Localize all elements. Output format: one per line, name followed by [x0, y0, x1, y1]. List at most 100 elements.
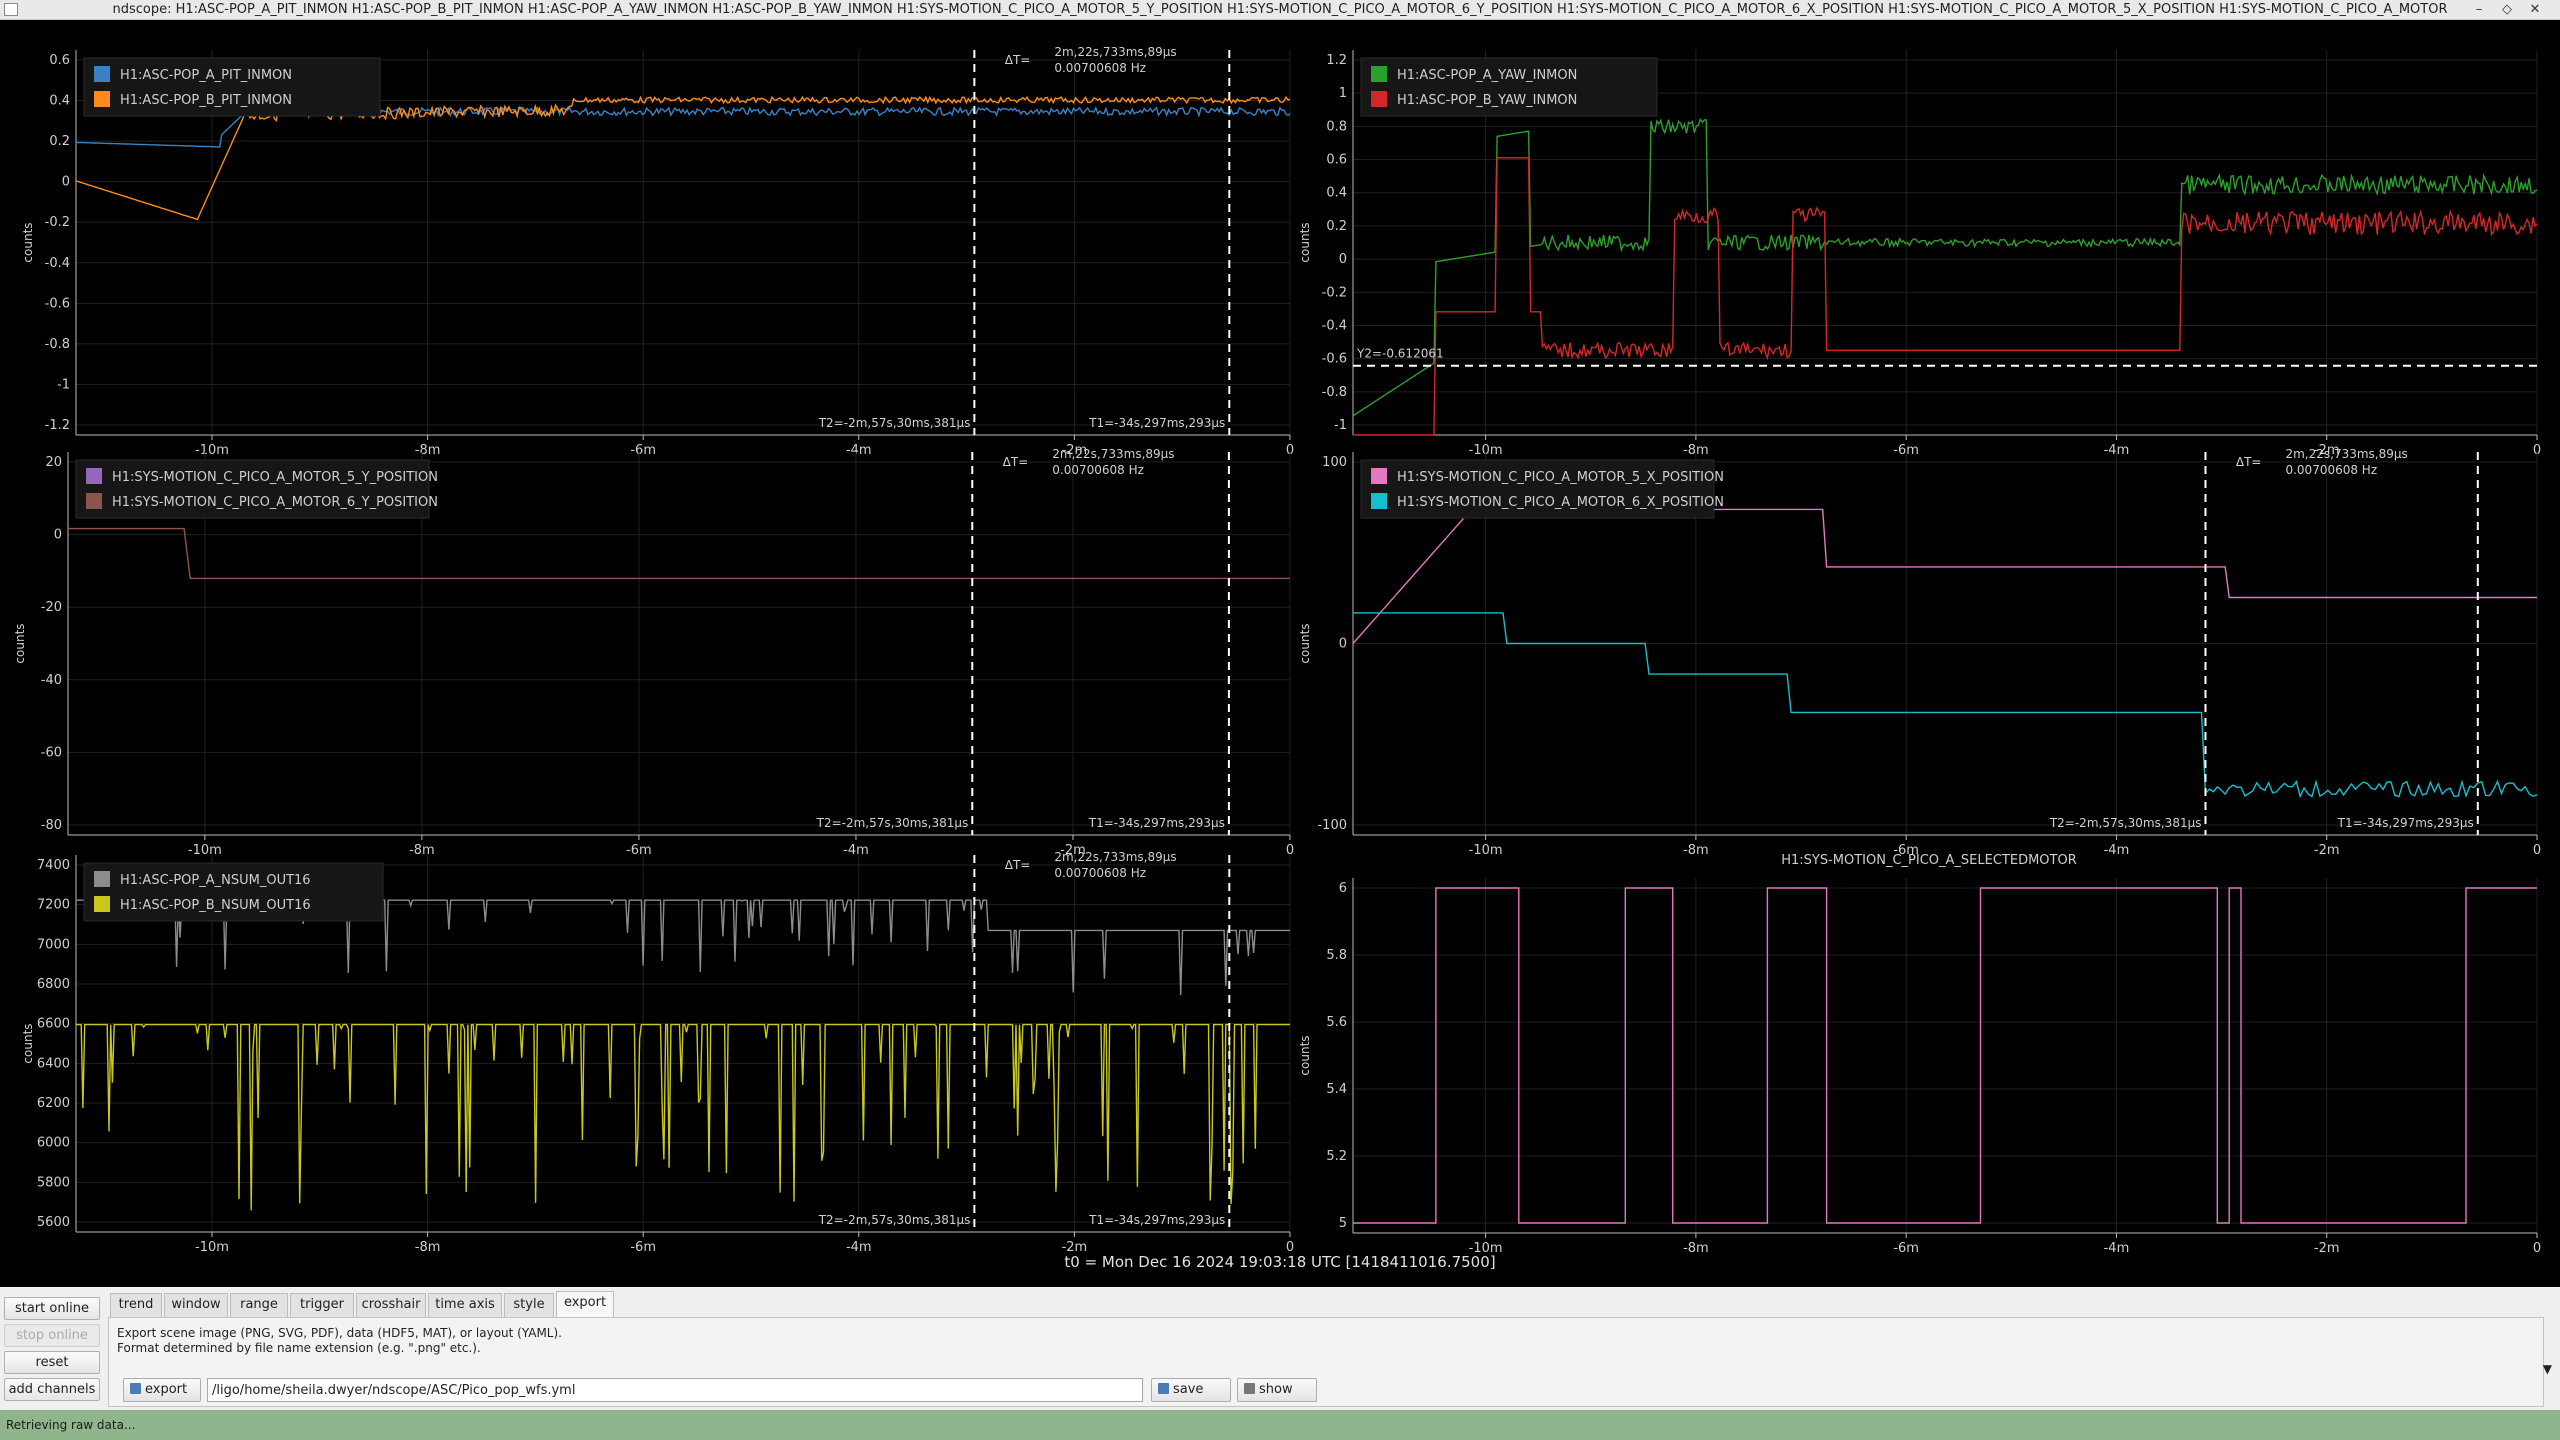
- x-tick-label: -6m: [1893, 1241, 1919, 1256]
- legend-swatch: [86, 468, 102, 484]
- legend-label: H1:ASC-POP_A_PIT_INMON: [120, 68, 292, 83]
- delta-t-label: ΔT=: [1003, 455, 1029, 469]
- y-tick-label: -0.6: [45, 296, 70, 311]
- y-axis-label: counts: [13, 623, 27, 663]
- y-tick-label: 0.8: [1326, 119, 1347, 134]
- delta-t-frequency: 0.00700608 Hz: [2285, 463, 2377, 477]
- legend-swatch: [1371, 66, 1387, 82]
- t1-cursor-label: T1=-34s,297ms,293µs: [1088, 816, 1225, 830]
- x-tick-label: -10m: [195, 443, 229, 458]
- t2-cursor-label: T2=-2m,57s,30ms,381µs: [818, 416, 971, 430]
- plot-title: H1:SYS-MOTION_C_PICO_A_SELECTEDMOTOR: [1781, 853, 2077, 868]
- y-tick-label: -20: [41, 600, 62, 615]
- t0-label: t0 = Mon Dec 16 2024 19:03:18 UTC [14184…: [1064, 1253, 1495, 1271]
- legend-swatch: [1371, 91, 1387, 107]
- show-icon: [1244, 1383, 1255, 1394]
- control-panel: start online stop online reset add chann…: [0, 1287, 2560, 1410]
- legend-label: H1:SYS-MOTION_C_PICO_A_MOTOR_5_X_POSITIO…: [1397, 470, 1724, 485]
- y-axis-label: counts: [1298, 222, 1312, 262]
- delta-t-value: 2m,22s,733ms,89µs: [2285, 447, 2407, 461]
- y-tick-label: -0.2: [1322, 285, 1347, 300]
- y-tick-label: 5800: [37, 1175, 70, 1190]
- export-button[interactable]: export: [123, 1378, 201, 1402]
- y-axis-label: counts: [21, 1023, 35, 1063]
- reset-button[interactable]: reset: [4, 1351, 100, 1374]
- delta-t-value: 2m,22s,733ms,89µs: [1054, 45, 1176, 59]
- legend-label: H1:ASC-POP_A_NSUM_OUT16: [120, 873, 311, 888]
- y-axis-label: counts: [21, 222, 35, 262]
- y-tick-label: 0: [1339, 637, 1347, 652]
- x-tick-label: -8m: [1683, 843, 1709, 858]
- tab-range[interactable]: range: [230, 1293, 288, 1317]
- x-tick-label: -6m: [630, 443, 656, 458]
- y-tick-label: -0.8: [1322, 385, 1347, 400]
- save-button[interactable]: save: [1151, 1378, 1231, 1402]
- y-tick-label: 5: [1339, 1216, 1347, 1231]
- y-tick-label: 0: [1339, 252, 1347, 267]
- tab-trend[interactable]: trend: [110, 1293, 162, 1317]
- legend-swatch: [86, 493, 102, 509]
- legend-label: H1:SYS-MOTION_C_PICO_A_MOTOR_6_X_POSITIO…: [1397, 495, 1724, 510]
- y-tick-label: 20: [45, 455, 62, 470]
- delta-t-value: 2m,22s,733ms,89µs: [1054, 850, 1176, 864]
- plot-scene[interactable]: 0.6 0.4 0.2 0 -0.2 -0.4 -0.6 -0.8 -1 -1.2 -10m -8m -…: [0, 20, 2560, 1287]
- legend-swatch: [1371, 468, 1387, 484]
- show-button[interactable]: show: [1237, 1378, 1317, 1402]
- y-tick-label: 0.2: [49, 134, 70, 149]
- export-icon: [130, 1383, 141, 1394]
- tab-window[interactable]: window: [164, 1293, 228, 1317]
- delta-t-label: ΔT=: [1005, 53, 1031, 67]
- t2-cursor-label: T2=-2m,57s,30ms,381µs: [816, 816, 969, 830]
- trace-motor6-x: [1353, 612, 2538, 799]
- y-tick-label: 5.8: [1326, 948, 1347, 963]
- y-tick-label: 6000: [37, 1136, 70, 1151]
- add-channels-button[interactable]: add channels: [4, 1378, 100, 1401]
- trace-motor6-y: [68, 527, 1290, 580]
- legend-swatch: [94, 66, 110, 82]
- trace-pop-b-yaw: [1353, 157, 2538, 436]
- y-tick-label: -0.2: [45, 215, 70, 230]
- show-button-label: show: [1259, 1382, 1293, 1397]
- y-tick-label: 5.2: [1326, 1149, 1347, 1164]
- x-tick-label: -2m: [2314, 843, 2340, 858]
- x-tick-label: -4m: [846, 1240, 872, 1255]
- delta-t-label: ΔT=: [1005, 858, 1031, 872]
- export-path-input[interactable]: [207, 1378, 1143, 1402]
- minimize-icon[interactable]: –: [2470, 1, 2488, 19]
- y-tick-label: -0.4: [45, 256, 70, 271]
- y-tick-label: 6800: [37, 977, 70, 992]
- start-online-button[interactable]: start online: [4, 1297, 100, 1320]
- x-tick-label: -4m: [2104, 843, 2130, 858]
- y-tick-label: 100: [1322, 455, 1347, 470]
- y-tick-label: 5.6: [1326, 1015, 1347, 1030]
- legend-swatch: [94, 896, 110, 912]
- t1-cursor-label: T1=-34s,297ms,293µs: [1088, 416, 1225, 430]
- trace-motor5-x: [1352, 508, 2537, 644]
- legend-swatch: [94, 871, 110, 887]
- delta-t-frequency: 0.00700608 Hz: [1052, 463, 1144, 477]
- maximize-icon[interactable]: ◇: [2498, 1, 2516, 19]
- y-tick-label: 0.6: [49, 53, 70, 68]
- tab-style[interactable]: style: [504, 1293, 554, 1317]
- stop-online-button[interactable]: stop online: [4, 1324, 100, 1347]
- t1-cursor-label: T1=-34s,297ms,293µs: [1088, 1213, 1225, 1227]
- collapse-panel-icon[interactable]: ▼: [2543, 1362, 2552, 1376]
- export-button-label: export: [145, 1382, 188, 1397]
- y-tick-label: 0: [54, 528, 62, 543]
- x-tick-label: -8m: [1683, 1241, 1709, 1256]
- tab-export[interactable]: export: [556, 1291, 614, 1317]
- tab-crosshair[interactable]: crosshair: [356, 1293, 426, 1317]
- legend-swatch: [1371, 493, 1387, 509]
- tab-time-axis[interactable]: time axis: [428, 1293, 502, 1317]
- y-tick-label: 7400: [37, 858, 70, 873]
- y-tick-label: 6: [1339, 881, 1347, 896]
- close-icon[interactable]: ✕: [2526, 1, 2544, 19]
- y-axis-label: counts: [1298, 623, 1312, 663]
- status-text: Retrieving raw data...: [6, 1418, 136, 1432]
- trace-selected-motor: [1353, 887, 2537, 1224]
- x-tick-label: -8m: [409, 843, 435, 858]
- plot-canvas[interactable]: 0.6 0.4 0.2 0 -0.2 -0.4 -0.6 -0.8 -1 -1.2 -10m -8m -…: [0, 20, 2560, 1287]
- tab-trigger[interactable]: trigger: [290, 1293, 354, 1317]
- y-tick-label: -1: [1334, 418, 1347, 433]
- x-tick-label: -4m: [846, 443, 872, 458]
